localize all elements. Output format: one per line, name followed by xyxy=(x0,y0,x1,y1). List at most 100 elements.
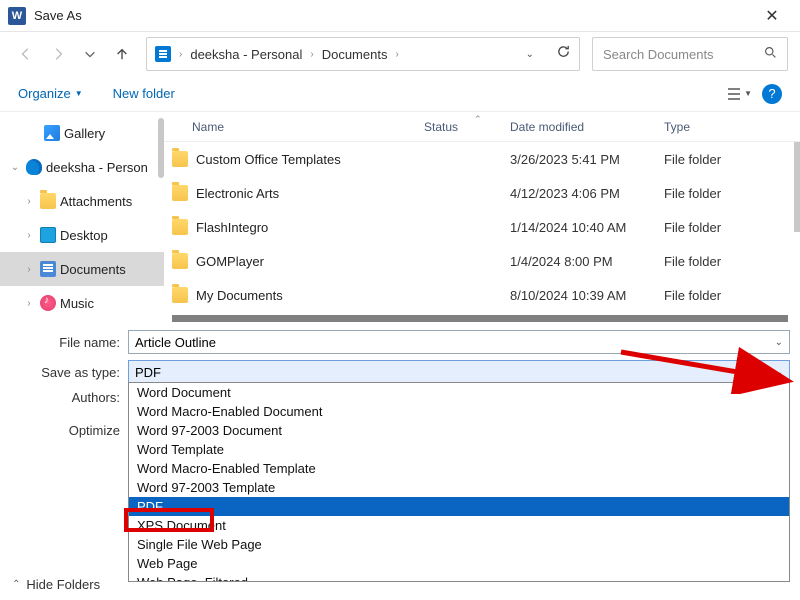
search-icon xyxy=(764,46,777,62)
up-button[interactable] xyxy=(108,40,136,68)
table-row[interactable]: FlashIntegro 1/14/2024 10:40 AMFile folde… xyxy=(164,210,800,244)
file-type: File folder xyxy=(664,254,800,269)
column-status[interactable]: Status xyxy=(424,120,510,134)
file-date: 4/12/2023 4:06 PM xyxy=(510,186,664,201)
chevron-right-icon[interactable]: › xyxy=(22,264,36,275)
sidebar-item-music[interactable]: › Music xyxy=(0,286,164,320)
optimize-label: Optimize xyxy=(10,423,128,438)
horizontal-scrollbar[interactable] xyxy=(172,315,788,322)
window-title: Save As xyxy=(34,8,752,23)
sidebar-item-label: Attachments xyxy=(60,194,132,209)
file-name: Electronic Arts xyxy=(196,186,279,201)
breadcrumb-documents[interactable]: Documents xyxy=(322,47,388,62)
dropdown-caret-icon: ▼ xyxy=(744,89,752,98)
dropdown-caret-icon[interactable]: ⌄ xyxy=(775,337,783,348)
folder-icon xyxy=(172,185,188,201)
filename-value: Article Outline xyxy=(135,335,216,350)
filename-input[interactable]: Article Outline ⌄ xyxy=(128,330,790,354)
table-row[interactable]: My Documents 8/10/2024 10:39 AMFile folde… xyxy=(164,278,800,312)
chevron-right-icon[interactable]: › xyxy=(22,298,36,309)
word-app-icon: W xyxy=(8,7,26,25)
folder-icon xyxy=(172,219,188,235)
savetype-option[interactable]: Word Template xyxy=(129,440,789,459)
address-bar[interactable]: › deeksha - Personal › Documents › ⌄ xyxy=(146,37,580,71)
filename-label: File name: xyxy=(10,335,128,350)
chevron-right-icon: › xyxy=(179,49,182,60)
recent-dropdown-icon[interactable] xyxy=(76,40,104,68)
column-headers: Name Status Date modified Type xyxy=(164,112,800,142)
search-input[interactable]: Search Documents xyxy=(592,37,788,71)
table-row[interactable]: Custom Office Templates3/26/2023 5:41 PM… xyxy=(164,142,800,176)
authors-label: Authors: xyxy=(10,390,128,405)
table-row[interactable]: Electronic Arts 4/12/2023 4:06 PMFile fol… xyxy=(164,176,800,210)
search-placeholder: Search Documents xyxy=(603,47,714,62)
file-type: File folder xyxy=(664,186,800,201)
desktop-icon xyxy=(40,227,56,243)
savetype-option[interactable]: Word 97-2003 Template xyxy=(129,478,789,497)
documents-icon xyxy=(40,261,56,277)
savetype-option[interactable]: Word Document xyxy=(129,383,789,402)
file-type: File folder xyxy=(664,288,800,303)
sidebar-item-desktop[interactable]: › Desktop xyxy=(0,218,164,252)
chevron-down-icon[interactable]: ⌄ xyxy=(8,162,22,173)
music-icon xyxy=(40,295,56,311)
column-date[interactable]: Date modified xyxy=(510,120,664,134)
dropdown-caret-icon[interactable]: ⌄ xyxy=(775,367,783,378)
file-date: 8/10/2024 10:39 AM xyxy=(510,288,664,303)
table-row[interactable]: GOMPlayer1/4/2024 8:00 PMFile folder xyxy=(164,244,800,278)
chevron-up-icon: ⌃ xyxy=(12,579,20,590)
chevron-right-icon[interactable]: › xyxy=(22,196,36,207)
sidebar-item-label: Gallery xyxy=(64,126,105,141)
back-button[interactable] xyxy=(12,40,40,68)
savetype-option[interactable]: XPS Document xyxy=(129,516,789,535)
dropdown-caret-icon: ▼ xyxy=(75,89,83,98)
sidebar-item-label: Desktop xyxy=(60,228,108,243)
list-scrollbar[interactable] xyxy=(794,142,800,232)
file-name: My Documents xyxy=(196,288,283,303)
savetype-option[interactable]: Web Page xyxy=(129,554,789,573)
savetype-option[interactable]: Word Macro-Enabled Template xyxy=(129,459,789,478)
file-list: ⌃ Name Status Date modified Type Custom … xyxy=(164,112,800,322)
sort-indicator-icon: ⌃ xyxy=(474,114,482,125)
chevron-right-icon: › xyxy=(395,49,398,60)
chevron-right-icon[interactable]: › xyxy=(22,230,36,241)
hide-folders-label: Hide Folders xyxy=(26,577,100,592)
sidebar-item-attachments[interactable]: › Attachments xyxy=(0,184,164,218)
file-name: Custom Office Templates xyxy=(196,152,341,167)
file-date: 1/4/2024 8:00 PM xyxy=(510,254,664,269)
savetype-option[interactable]: Word Macro-Enabled Document xyxy=(129,402,789,421)
forward-button[interactable] xyxy=(44,40,72,68)
breadcrumb-root[interactable]: deeksha - Personal xyxy=(190,47,302,62)
column-type[interactable]: Type xyxy=(664,120,800,134)
file-type: File folder xyxy=(664,152,800,167)
savetype-options-list: Word DocumentWord Macro-Enabled Document… xyxy=(128,382,790,582)
onedrive-icon xyxy=(26,159,42,175)
savetype-option[interactable]: Web Page, Filtered xyxy=(129,573,789,582)
gallery-icon xyxy=(44,125,60,141)
sidebar-item-label: Documents xyxy=(60,262,126,277)
view-options-button[interactable]: ▼ xyxy=(726,87,752,101)
file-type: File folder xyxy=(664,220,800,235)
new-folder-button[interactable]: New folder xyxy=(113,86,175,101)
organize-label: Organize xyxy=(18,86,71,101)
savetype-option[interactable]: PDF xyxy=(129,497,789,516)
navigation-tree: Gallery ⌄ deeksha - Person › Attachments… xyxy=(0,112,164,322)
help-icon[interactable]: ? xyxy=(762,84,782,104)
sidebar-item-onedrive[interactable]: ⌄ deeksha - Person xyxy=(0,150,164,184)
sidebar-item-documents[interactable]: › Documents xyxy=(0,252,164,286)
close-icon[interactable]: ✕ xyxy=(752,6,792,26)
savetype-dropdown[interactable]: PDF ⌄ xyxy=(128,360,790,384)
savetype-option[interactable]: Word 97-2003 Document xyxy=(129,421,789,440)
chevron-right-icon: › xyxy=(310,49,313,60)
location-icon xyxy=(155,46,171,62)
savetype-option[interactable]: Single File Web Page xyxy=(129,535,789,554)
refresh-icon[interactable] xyxy=(556,44,571,64)
sidebar-item-gallery[interactable]: Gallery xyxy=(0,116,164,150)
folder-icon xyxy=(172,253,188,269)
organize-menu[interactable]: Organize ▼ xyxy=(18,86,83,101)
hide-folders-button[interactable]: ⌃ Hide Folders xyxy=(12,577,100,592)
file-name: FlashIntegro xyxy=(196,220,268,235)
file-date: 1/14/2024 10:40 AM xyxy=(510,220,664,235)
column-name[interactable]: Name xyxy=(164,120,424,134)
address-dropdown-icon[interactable]: ⌄ xyxy=(526,49,534,60)
